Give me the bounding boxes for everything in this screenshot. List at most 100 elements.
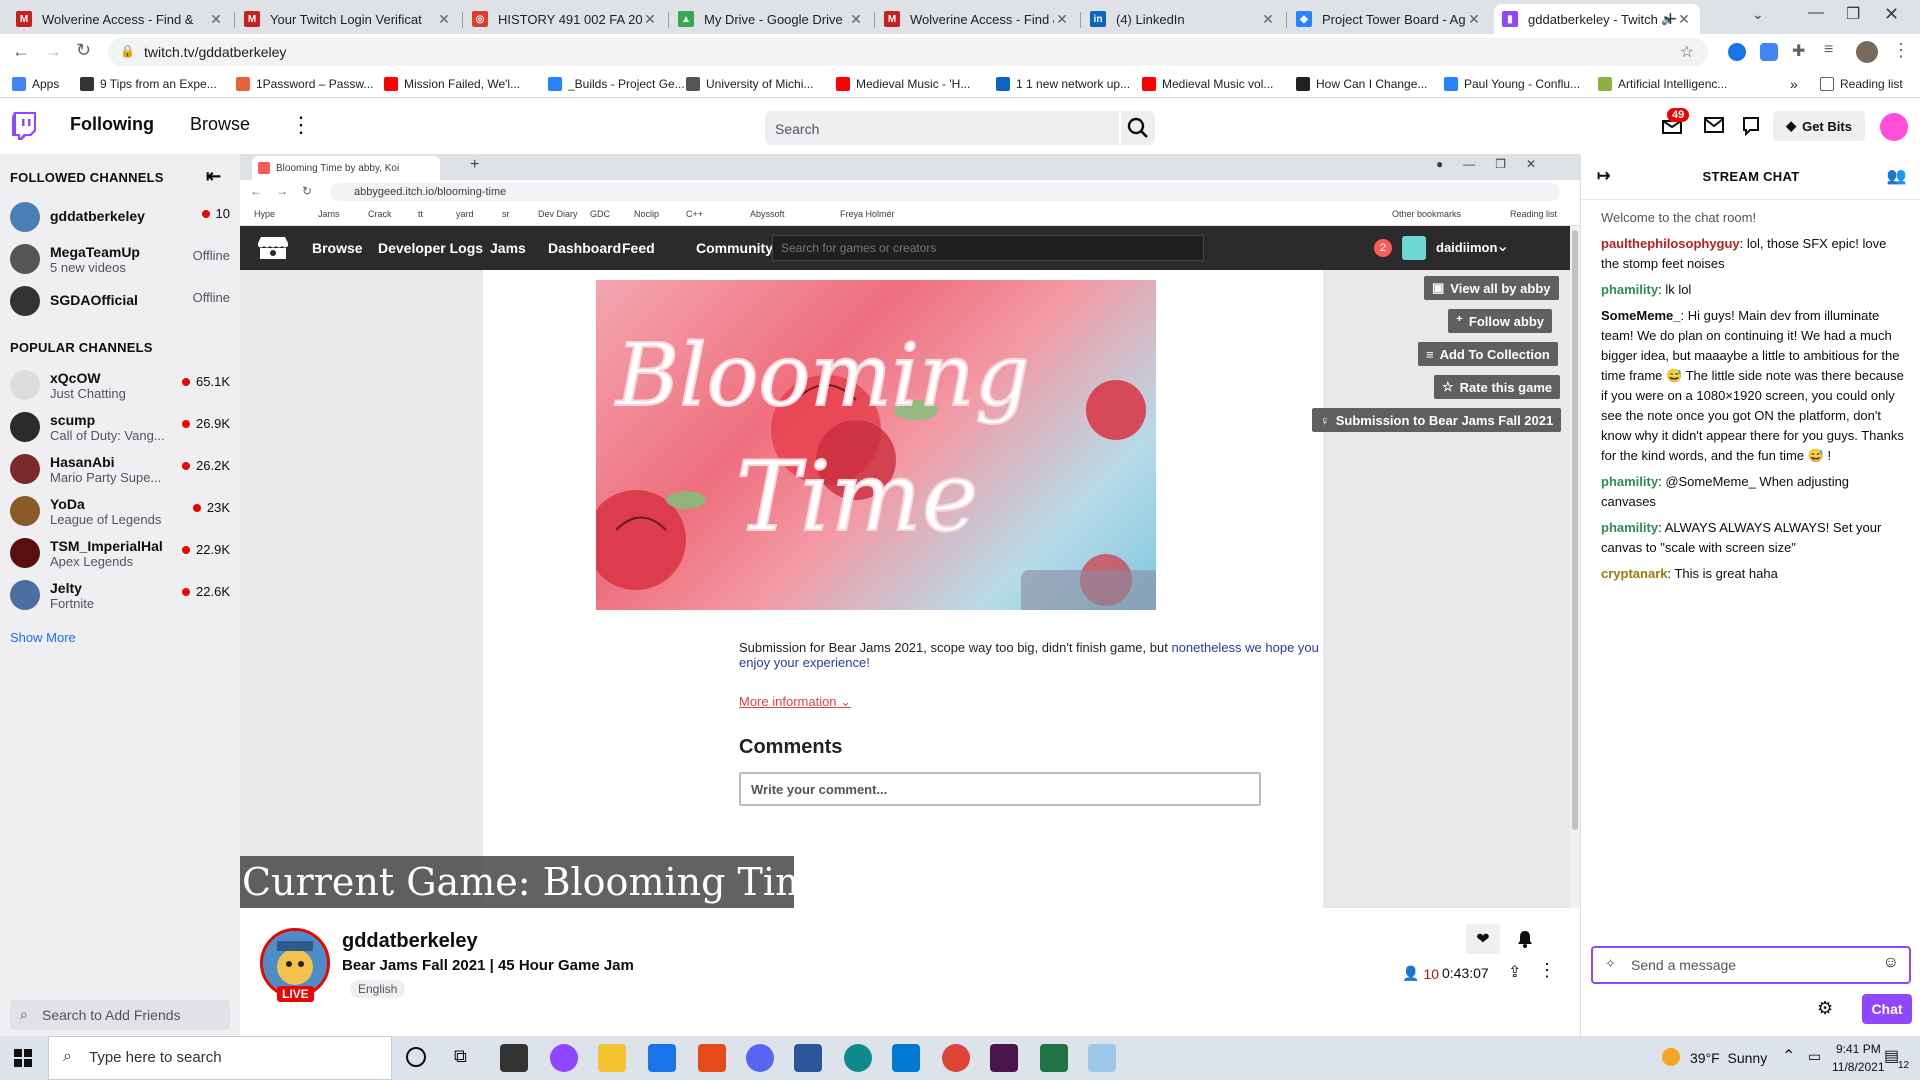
bookmark-item[interactable]: 1Password – Passw... (236, 75, 373, 93)
video-player[interactable]: Blooming Time by abby, Koi + ●—❐✕ ←→↻ ab… (240, 154, 1580, 908)
user-avatar[interactable] (1880, 113, 1908, 141)
bookmark-item[interactable]: Artificial Intelligenc... (1598, 75, 1727, 93)
chat-username[interactable]: phamility (1601, 282, 1658, 297)
channel-name[interactable]: gddatberkeley (342, 930, 478, 953)
sidebar-channel[interactable]: xQcOW Just Chatting 65.1K (0, 364, 240, 406)
bookmark-item[interactable]: Medieval Music vol... (1142, 75, 1273, 93)
bookmark-item[interactable]: How Can I Change... (1296, 75, 1427, 93)
extension-icon[interactable] (1760, 43, 1778, 61)
sidebar-channel[interactable]: Jelty Fortnite 22.6K (0, 574, 240, 616)
extension-icon[interactable] (1728, 43, 1746, 61)
minimize-button[interactable]: — (1808, 4, 1824, 22)
browser-tab[interactable]: in (4) LinkedIn ✕ (1082, 4, 1284, 34)
emote-picker-icon[interactable]: ☺ (1883, 954, 1899, 972)
twitch-logo-icon[interactable] (12, 112, 36, 140)
task-view-icon[interactable]: ⧉ (454, 1046, 467, 1067)
browser-tab[interactable]: ◆ Project Tower Board - Agil ✕ (1288, 4, 1490, 34)
notifications-bell-button[interactable] (1510, 924, 1540, 954)
follow-heart-button[interactable]: ❤ (1466, 924, 1500, 954)
discord-icon[interactable] (746, 1044, 774, 1072)
vscode-icon[interactable] (892, 1044, 920, 1072)
tab-search-icon[interactable]: ⌄ (1752, 6, 1764, 23)
close-tab-icon[interactable]: ✕ (1260, 11, 1276, 28)
chat-username[interactable]: paulthephilosophyguy (1601, 236, 1740, 251)
chat-input[interactable]: ✧ Send a message ☺ (1591, 946, 1911, 984)
chat-username[interactable]: cryptanark (1601, 566, 1667, 581)
browser-tab[interactable]: M Wolverine Access - Find & ✕ (876, 4, 1078, 34)
language-tag[interactable]: English (350, 980, 406, 998)
word-icon[interactable] (794, 1044, 822, 1072)
chrome-icon[interactable] (942, 1044, 970, 1072)
slack-icon[interactable] (990, 1044, 1018, 1072)
search-input[interactable]: Search (765, 111, 1119, 145)
close-tab-icon[interactable]: ✕ (208, 11, 224, 28)
snip-icon[interactable] (1088, 1044, 1116, 1072)
close-tab-icon[interactable]: ✕ (642, 11, 658, 28)
weather-text[interactable]: 39°F Sunny (1690, 1050, 1767, 1066)
community-icon[interactable]: 👥 (1887, 154, 1907, 200)
action-center-icon[interactable]: ▤ (1884, 1046, 1899, 1066)
mail-icon[interactable] (648, 1044, 676, 1072)
show-more-link[interactable]: Show More (10, 630, 76, 645)
chat-username[interactable]: phamility (1601, 520, 1658, 535)
maximize-button[interactable]: ❐ (1846, 4, 1860, 24)
store-icon[interactable] (500, 1044, 528, 1072)
share-icon[interactable]: ⇪ (1508, 962, 1521, 982)
sidebar-channel[interactable]: SGDAOfficial Offline (0, 280, 240, 322)
clock-date[interactable]: 11/8/2021 (1832, 1060, 1885, 1074)
search-button[interactable] (1121, 111, 1155, 145)
browser-tab[interactable]: ▲ My Drive - Google Drive ✕ (670, 4, 872, 34)
chat-send-button[interactable]: Chat (1862, 994, 1912, 1024)
collapse-chat-icon[interactable]: ↦ (1597, 154, 1611, 200)
reading-list-button[interactable]: Reading list (1820, 75, 1903, 93)
browser-tab[interactable]: M Your Twitch Login Verificat ✕ (236, 4, 460, 34)
bookmark-star-icon[interactable]: ☆ (1680, 42, 1694, 62)
close-tab-icon[interactable]: ✕ (1466, 11, 1482, 28)
bookmark-item[interactable]: University of Michi... (686, 75, 813, 93)
sidebar-channel[interactable]: HasanAbi Mario Party Supe... 26.2K (0, 448, 240, 490)
clock-time[interactable]: 9:41 PM (1836, 1042, 1881, 1056)
bookmark-item[interactable]: Mission Failed, We'l... (384, 75, 520, 93)
close-tab-icon[interactable]: ✕ (1054, 11, 1070, 28)
bookmark-item[interactable]: 1 1 new network up... (996, 75, 1130, 93)
file-explorer-icon[interactable] (598, 1044, 626, 1072)
collapse-sidebar-icon[interactable]: ⇤ (206, 166, 221, 187)
edge-icon[interactable] (844, 1044, 872, 1072)
bookmark-item[interactable]: _Builds - Project Ge... (548, 75, 685, 93)
bookmark-item[interactable]: Apps (12, 75, 59, 93)
close-window-button[interactable]: ✕ (1884, 4, 1899, 25)
more-options-icon[interactable]: ⋮ (1538, 960, 1556, 981)
whispers-icon[interactable] (1742, 116, 1760, 136)
windows-start-icon[interactable] (14, 1049, 32, 1067)
browser-tab[interactable]: ◎ HISTORY 491 002 FA 2021 ✕ (464, 4, 666, 34)
address-bar[interactable]: 🔒 twitch.tv/gddatberkeley ☆ (108, 38, 1708, 66)
extensions-puzzle-icon[interactable]: ✚ (1792, 41, 1805, 61)
chat-username[interactable]: phamility (1601, 474, 1658, 489)
sidebar-channel[interactable]: YoDa League of Legends 23K (0, 490, 240, 532)
bookmarks-overflow-icon[interactable]: » (1790, 75, 1798, 93)
reload-icon[interactable]: ↻ (76, 40, 91, 61)
close-tab-icon[interactable]: ✕ (436, 11, 452, 28)
browser-tab[interactable]: M Wolverine Access - Find & ✕ (8, 4, 232, 34)
close-tab-icon[interactable]: ✕ (1676, 11, 1692, 28)
search-friends-input[interactable]: ⌕ Search to Add Friends (10, 1000, 230, 1030)
chrome-menu-icon[interactable]: ⋮ (1892, 40, 1910, 61)
cortana-icon[interactable] (406, 1047, 426, 1067)
bookmark-item[interactable]: Medieval Music - 'H... (836, 75, 970, 93)
sidebar-channel[interactable]: MegaTeamUp 5 new videos Offline (0, 238, 240, 280)
close-tab-icon[interactable]: ✕ (848, 11, 864, 28)
sidebar-channel[interactable]: gddatberkeley 10 (0, 196, 240, 238)
nav-browse[interactable]: Browse (190, 114, 250, 135)
excel-icon[interactable] (1040, 1044, 1068, 1072)
new-tab-button[interactable]: + (1664, 6, 1677, 32)
media-icon[interactable]: ≡ (1824, 41, 1833, 59)
chat-settings-icon[interactable]: ⚙ (1817, 998, 1833, 1019)
office-icon[interactable] (698, 1044, 726, 1072)
sidebar-channel[interactable]: scump Call of Duty: Vang... 26.9K (0, 406, 240, 448)
bookmark-item[interactable]: Paul Young - Conflu... (1444, 75, 1580, 93)
back-icon[interactable]: ← (12, 41, 30, 62)
more-options-icon[interactable]: ⋮ (290, 112, 312, 138)
taskbar-search-input[interactable]: ⌕ Type here to search (48, 1036, 392, 1080)
nav-following[interactable]: Following (70, 114, 154, 135)
network-icon[interactable]: ▭ (1808, 1048, 1821, 1065)
